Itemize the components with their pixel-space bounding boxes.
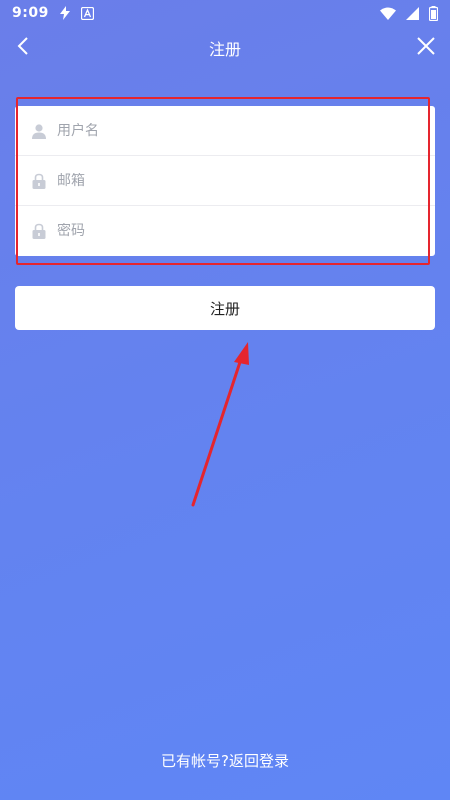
email-row [15,156,435,206]
lock-icon [32,173,46,189]
status-right [380,5,438,21]
register-form [15,106,435,256]
app-notification-icon [80,6,94,20]
status-bar: 9:09 [0,0,450,26]
signal-icon [406,6,419,20]
password-input[interactable] [57,223,397,239]
username-input[interactable] [57,122,397,139]
register-button[interactable]: 注册 [15,286,435,330]
user-icon [32,123,46,139]
nav-bar: 注册 [0,26,450,68]
email-input[interactable] [57,172,397,189]
page-title: 注册 [208,40,241,59]
wifi-icon [380,7,396,20]
lock-icon [32,223,46,239]
status-time: 9:09 [12,5,49,21]
password-row [15,206,435,256]
username-row [15,106,435,156]
battery-icon [429,5,438,21]
close-icon[interactable] [414,34,438,58]
flash-icon [59,6,70,20]
status-left: 9:09 [12,5,94,21]
back-to-login-link[interactable]: 已有帐号?返回登录 [0,750,450,771]
